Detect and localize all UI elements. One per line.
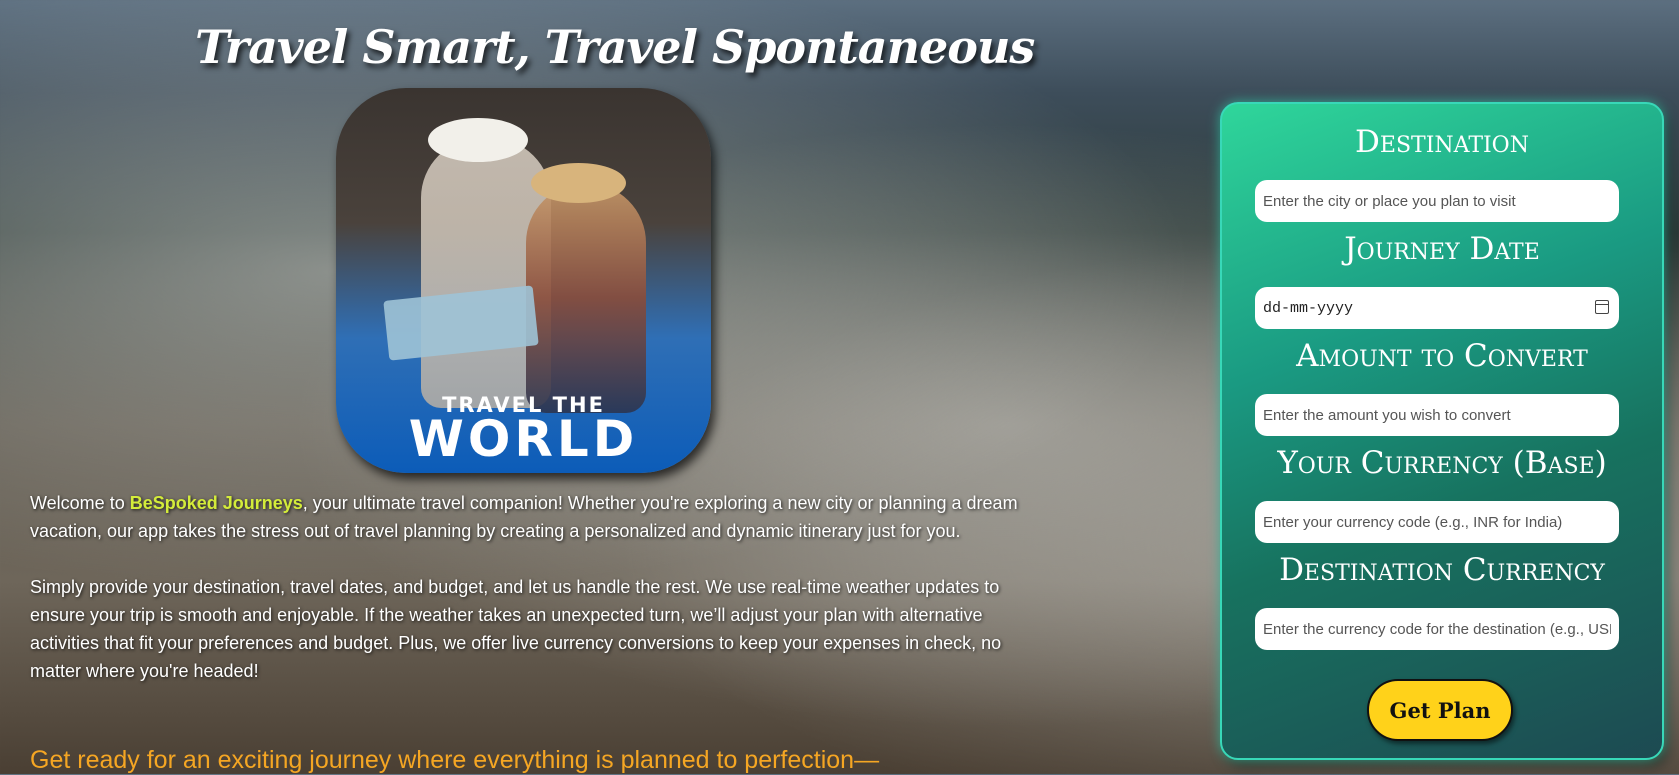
destination-label: Destination: [1355, 124, 1529, 160]
hat-shape: [531, 163, 626, 203]
destination-input[interactable]: [1255, 180, 1619, 222]
travel-poster-image: TRAVEL THE WORLD: [336, 88, 711, 473]
amount-label: Amount to Convert: [1296, 338, 1588, 374]
calendar-icon[interactable]: [1595, 300, 1609, 314]
tagline: Get ready for an exciting journey where …: [30, 746, 880, 774]
hero-title: Travel Smart, Travel Spontaneous: [195, 20, 1035, 74]
journey-date-label: Journey Date: [1344, 231, 1540, 267]
intro-paragraph-1: Welcome to BeSpoked Journeys, your ultim…: [30, 489, 1020, 545]
amount-input[interactable]: [1255, 394, 1619, 436]
destination-currency-input[interactable]: [1255, 608, 1619, 650]
get-plan-button[interactable]: Get Plan: [1367, 679, 1513, 741]
base-currency-label: Your Currency (Base): [1277, 445, 1607, 481]
hat-shape: [428, 118, 528, 162]
traveler-woman-figure: [526, 183, 646, 413]
intro-p1-start: Welcome to: [30, 493, 130, 513]
poster-line2: WORLD: [408, 410, 639, 468]
intro-paragraph-2: Simply provide your destination, travel …: [30, 577, 1002, 681]
base-currency-input[interactable]: [1255, 501, 1619, 543]
journey-date-value: dd-mm-yyyy: [1263, 299, 1354, 317]
destination-currency-label: Destination Currency: [1279, 552, 1605, 588]
plan-form: Destination Journey Date dd-mm-yyyy Amou…: [1220, 102, 1664, 760]
journey-date-input[interactable]: dd-mm-yyyy: [1255, 287, 1619, 329]
intro-text: Welcome to BeSpoked Journeys, your ultim…: [30, 489, 1020, 713]
brand-name: BeSpoked Journeys: [129, 493, 303, 513]
